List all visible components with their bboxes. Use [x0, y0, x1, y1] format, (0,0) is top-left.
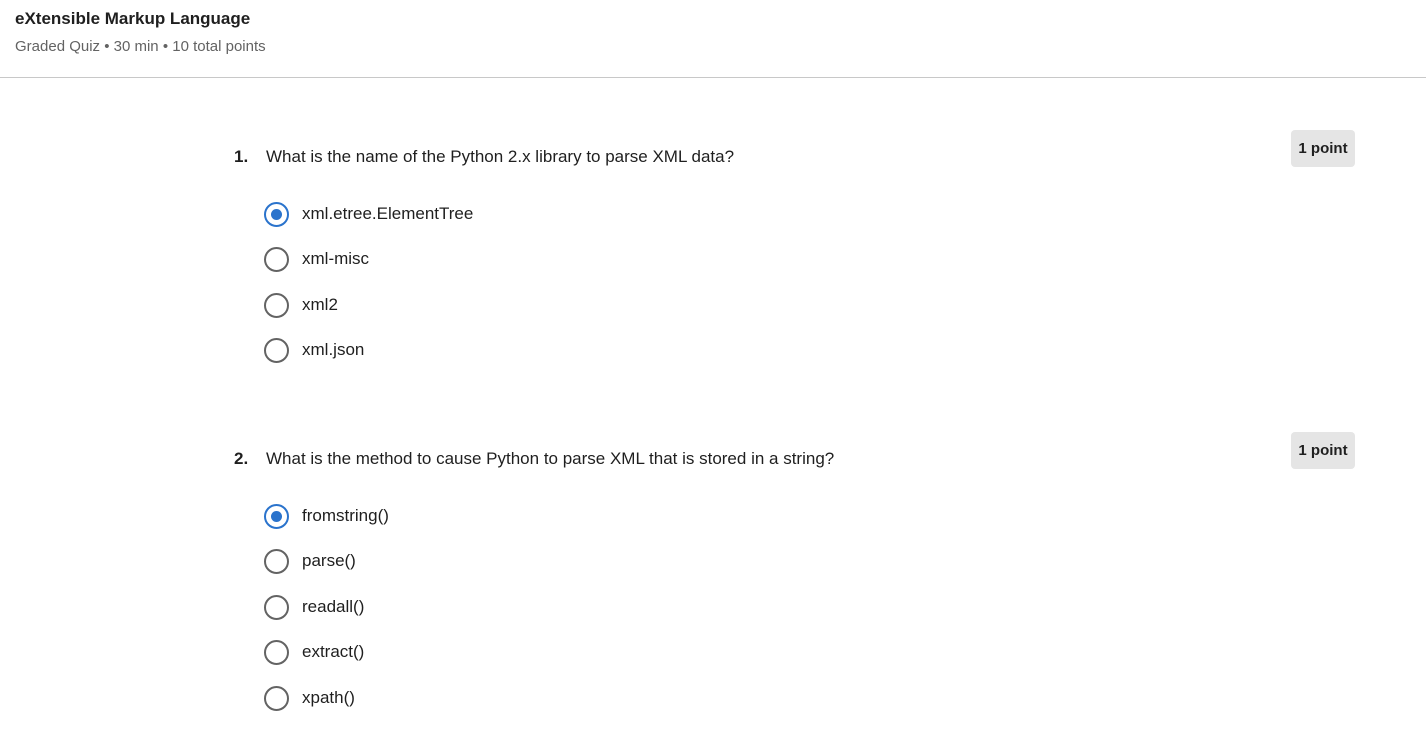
option-xml-misc[interactable]: xml-misc — [264, 246, 369, 272]
radio-icon[interactable] — [264, 639, 289, 665]
radio-selected-icon[interactable] — [264, 201, 289, 227]
quiz-header: eXtensible Markup Language Graded Quiz •… — [0, 0, 1426, 78]
option-extract[interactable]: extract() — [264, 639, 364, 665]
radio-selected-icon[interactable] — [264, 503, 289, 529]
points-badge: 1 point — [1291, 130, 1355, 167]
radio-icon[interactable] — [264, 548, 289, 574]
quiz-meta: Graded Quiz • 30 min • 10 total points — [15, 38, 266, 55]
question-text: What is the name of the Python 2.x libra… — [266, 147, 735, 166]
question-text: What is the method to cause Python to pa… — [266, 449, 835, 468]
radio-icon[interactable] — [264, 685, 289, 711]
option-label: xml.etree.ElementTree — [302, 204, 474, 223]
option-fromstring[interactable]: fromstring() — [264, 503, 389, 529]
option-readall[interactable]: readall() — [264, 594, 364, 620]
points-badge: 1 point — [1291, 432, 1355, 469]
option-label: xml-misc — [302, 249, 370, 268]
option-xml2[interactable]: xml2 — [264, 292, 338, 318]
question-number: 2. — [234, 449, 249, 468]
option-label: readall() — [302, 597, 365, 616]
option-label: xpath() — [302, 688, 355, 707]
option-label: parse() — [302, 551, 356, 570]
option-label: fromstring() — [302, 506, 389, 525]
option-label: xml.json — [302, 340, 365, 359]
radio-icon[interactable] — [264, 292, 289, 318]
option-xpath[interactable]: xpath() — [264, 685, 355, 711]
option-label: extract() — [302, 642, 365, 661]
option-parse[interactable]: parse() — [264, 548, 356, 574]
question-number: 1. — [234, 147, 249, 166]
option-label: xml2 — [302, 295, 338, 314]
quiz-title: eXtensible Markup Language — [15, 9, 251, 28]
option-xml-etree[interactable]: xml.etree.ElementTree — [264, 201, 473, 227]
radio-icon[interactable] — [264, 337, 289, 363]
option-xml-json[interactable]: xml.json — [264, 337, 364, 363]
radio-icon[interactable] — [264, 246, 289, 272]
radio-icon[interactable] — [264, 594, 289, 620]
